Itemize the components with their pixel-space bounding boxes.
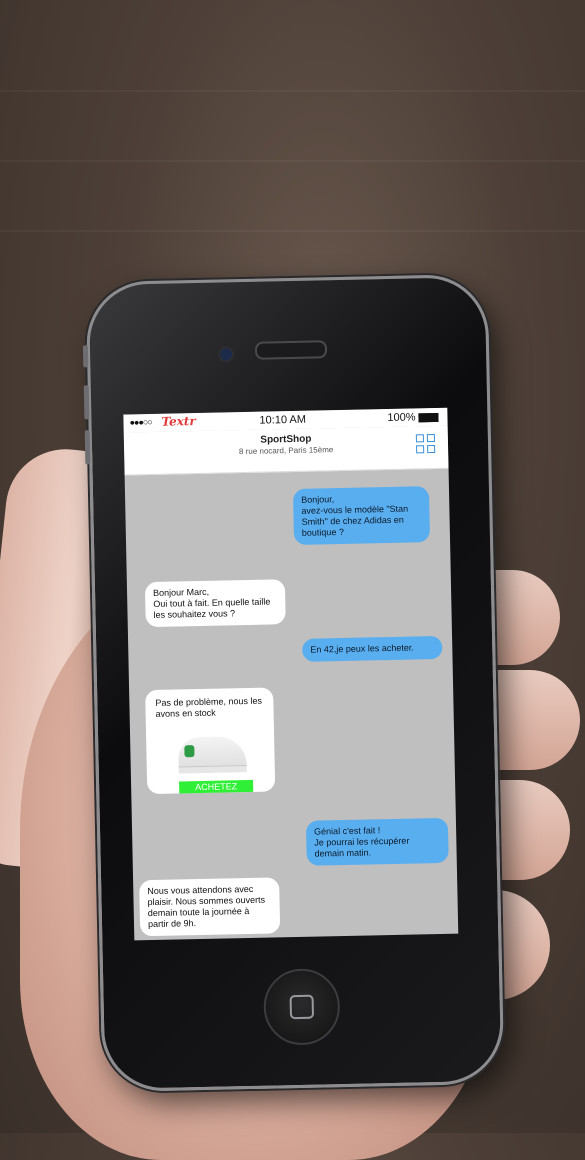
carrier-name: Textr <box>161 414 196 429</box>
volume-down-button[interactable] <box>84 430 91 465</box>
sneaker-heel-tab <box>184 745 195 758</box>
message-bubble-outgoing: Génial c'est fait ! Je pourrai les récup… <box>305 817 449 866</box>
chat-header: SportShop 8 rue nocard, Paris 15ème <box>123 425 449 476</box>
home-button[interactable] <box>262 968 341 1046</box>
signal-icon: ●●●○○ <box>129 416 152 428</box>
message-bubble-outgoing: Bonjour, avez-vous le modèle "Stan Smith… <box>292 486 431 545</box>
sneaker-image <box>178 736 247 774</box>
buy-button[interactable]: ACHETEZ <box>179 779 254 794</box>
front-camera <box>217 346 235 363</box>
phone: ●●●○○ Textr 10:10 AM 100% SportShop 8 ru… <box>82 273 505 1093</box>
earpiece-speaker <box>254 340 328 360</box>
phone-screen: ●●●○○ Textr 10:10 AM 100% SportShop 8 ru… <box>123 407 459 941</box>
home-square-icon <box>289 994 315 1020</box>
clock: 10:10 AM <box>259 413 307 427</box>
message-bubble-outgoing: En 42,je peux les acheter. <box>302 635 443 662</box>
sneaker-sole <box>178 765 247 774</box>
battery-icon <box>418 412 439 423</box>
volume-up-button[interactable] <box>83 385 90 420</box>
message-bubble-incoming: Nous vous attendons avec plaisir. Nous s… <box>139 877 281 937</box>
battery-percentage: 100% <box>387 411 416 425</box>
message-bubble-incoming-product: Pas de problème, nous les avons en stock… <box>145 687 276 795</box>
message-bubble-incoming: Bonjour Marc, Oui tout à fait. En quelle… <box>144 579 286 628</box>
mute-switch[interactable] <box>82 345 89 368</box>
grid-menu-icon[interactable] <box>415 434 436 454</box>
message-text: Pas de problème, nous les avons en stock <box>155 695 263 719</box>
